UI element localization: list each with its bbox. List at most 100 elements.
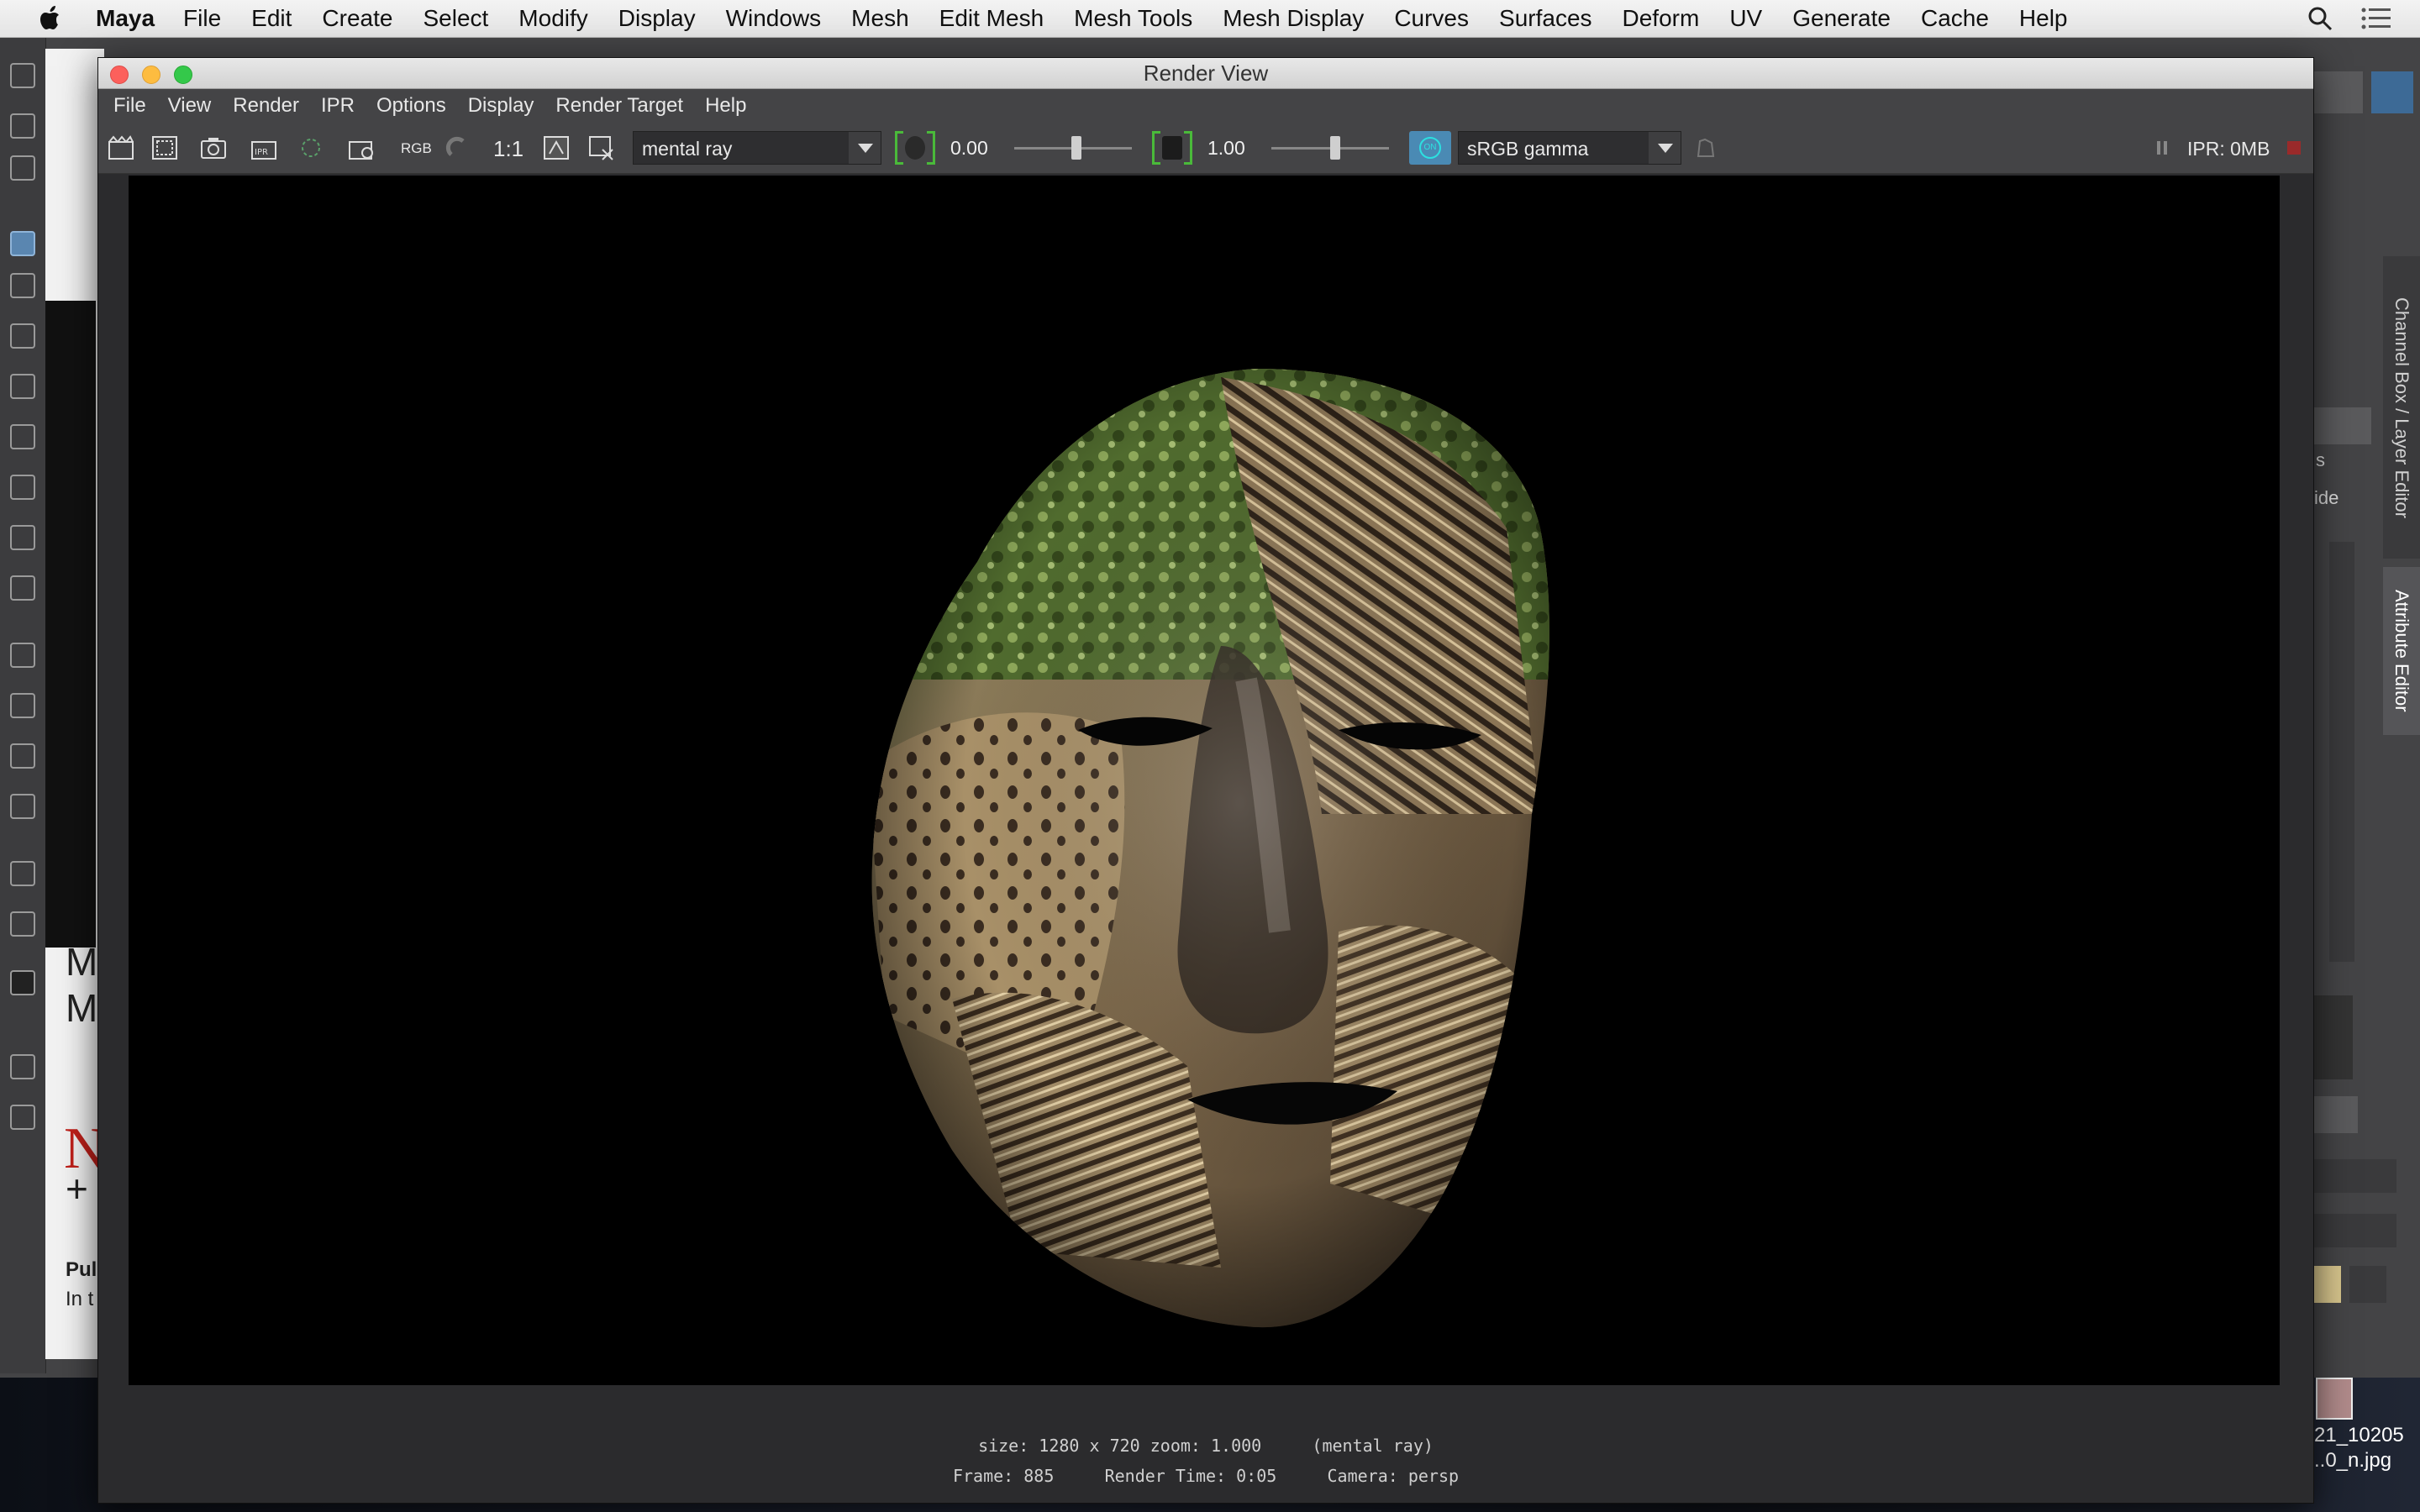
background-text-3: Pul (66, 1258, 97, 1281)
refresh-ipr-icon[interactable] (297, 134, 325, 161)
rv-menu-render-target[interactable]: Render Target (555, 94, 683, 118)
lasso-tool-icon[interactable] (10, 113, 35, 139)
rv-menu-options[interactable]: Options (376, 94, 446, 118)
alpha-channel-icon[interactable] (443, 134, 471, 161)
gradient-tool-icon[interactable] (10, 525, 35, 550)
panel-field-2[interactable] (2312, 1096, 2358, 1133)
tab-channel-box[interactable]: Channel Box / Layer Editor (2383, 256, 2420, 559)
menu-select[interactable]: Select (423, 5, 488, 32)
panel-scrollbar[interactable] (2329, 542, 2354, 962)
path-select-icon[interactable] (10, 743, 35, 769)
stop-ipr-icon[interactable] (2280, 134, 2301, 161)
exposure-field[interactable]: 0.00 (950, 131, 988, 165)
status-swatch (2312, 1266, 2341, 1303)
background-plus-icon: + (66, 1167, 88, 1210)
layers-icon[interactable] (2371, 71, 2413, 113)
rv-menu-ipr[interactable]: IPR (321, 94, 355, 118)
menu-mesh[interactable]: Mesh (851, 5, 908, 32)
spotlight-search-icon[interactable] (2307, 6, 2333, 31)
gamma-field[interactable]: 1.00 (1207, 131, 1245, 165)
snapshot-camera-icon[interactable] (199, 134, 228, 161)
background-browser-window: M M N + Pul In t (45, 49, 107, 1359)
real-size-button[interactable]: 1:1 (493, 136, 523, 162)
pen-tool-icon[interactable] (10, 643, 35, 668)
background-text-1: M (66, 940, 98, 984)
rv-menu-help[interactable]: Help (705, 94, 746, 118)
panel-label-s: s (2316, 449, 2325, 470)
redo-render-icon[interactable] (107, 134, 135, 161)
right-side-panel: Channel Box / Layer Editor Attribute Edi… (2312, 38, 2420, 1373)
color-management-icon: ON (1419, 137, 1441, 159)
menu-deform[interactable]: Deform (1623, 5, 1700, 32)
quick-mask-icon[interactable] (10, 1054, 35, 1079)
rgb-channel-button[interactable]: RGB (401, 140, 432, 157)
mac-menubar: Maya File Edit Create Select Modify Disp… (0, 0, 2420, 38)
menu-generate[interactable]: Generate (1792, 5, 1891, 32)
gamma-icon[interactable] (1152, 131, 1192, 165)
color-management-toggle[interactable]: ON (1409, 131, 1451, 165)
menu-cache[interactable]: Cache (1921, 5, 1989, 32)
shape-tool-icon[interactable] (10, 794, 35, 819)
rendered-face-mask (871, 369, 1549, 1328)
rv-menu-file[interactable]: File (113, 94, 146, 118)
menu-edit[interactable]: Edit (251, 5, 292, 32)
notification-center-icon[interactable] (2361, 6, 2391, 31)
renderer-dropdown[interactable]: mental ray (633, 131, 881, 165)
pause-ipr-icon[interactable] (2149, 134, 2167, 161)
face-texture (871, 369, 1549, 1328)
menu-windows[interactable]: Windows (726, 5, 822, 32)
keep-image-icon[interactable] (542, 134, 571, 161)
paint-select-icon[interactable] (10, 155, 35, 181)
exposure-slider-thumb[interactable] (1071, 136, 1081, 160)
menu-curves[interactable]: Curves (1394, 5, 1469, 32)
render-settings-icon[interactable] (347, 134, 376, 161)
menu-display[interactable]: Display (618, 5, 696, 32)
panel-field-1[interactable] (2312, 407, 2371, 444)
text-tool-icon[interactable] (10, 693, 35, 718)
view-transform-dropdown[interactable]: sRGB gamma (1458, 131, 1681, 165)
display-settings-icon[interactable] (1691, 134, 1720, 161)
rv-menu-display[interactable]: Display (468, 94, 534, 118)
rv-menu-render[interactable]: Render (233, 94, 299, 118)
app-name-menu[interactable]: Maya (96, 5, 155, 32)
tab-attribute-editor[interactable]: Attribute Editor (2383, 567, 2420, 735)
menu-file[interactable]: File (183, 5, 221, 32)
blur-tool-icon[interactable] (10, 575, 35, 601)
panel-empty-box (2312, 995, 2353, 1079)
panel-toolbar-icons[interactable] (2312, 71, 2363, 113)
brush-tool-icon[interactable] (10, 374, 35, 399)
eyedropper-icon[interactable] (10, 323, 35, 349)
menu-mesh-display[interactable]: Mesh Display (1223, 5, 1364, 32)
svg-text:IPR: IPR (255, 148, 268, 157)
remove-image-icon[interactable] (587, 134, 616, 161)
stamp-tool-icon[interactable] (10, 424, 35, 449)
background-dark-panel (45, 301, 96, 948)
script-editor-icon[interactable] (2349, 1266, 2386, 1303)
ipr-render-icon[interactable]: IPR (250, 134, 278, 161)
menu-uv[interactable]: UV (1729, 5, 1762, 32)
exposure-icon[interactable] (895, 131, 935, 165)
playback-controls[interactable] (2312, 1159, 2396, 1193)
menu-help[interactable]: Help (2019, 5, 2068, 32)
auto-key-controls[interactable] (2312, 1214, 2396, 1247)
render-view-titlebar[interactable]: Render View (98, 58, 2313, 89)
render-frame-status: Frame: 885 Render Time: 0:05 Camera: per… (952, 1466, 1460, 1486)
crop-tool-icon[interactable] (10, 273, 35, 298)
move-tool-icon[interactable] (10, 231, 35, 256)
menu-modify[interactable]: Modify (518, 5, 587, 32)
gamma-slider-thumb[interactable] (1330, 136, 1340, 160)
screen-mode-icon[interactable] (10, 1105, 35, 1130)
render-region-icon[interactable] (150, 134, 179, 161)
hand-tool-icon[interactable] (10, 861, 35, 886)
menu-surfaces[interactable]: Surfaces (1499, 5, 1592, 32)
zoom-tool-icon[interactable] (10, 911, 35, 937)
menu-create[interactable]: Create (322, 5, 392, 32)
menu-mesh-tools[interactable]: Mesh Tools (1074, 5, 1192, 32)
select-tool-icon[interactable] (10, 63, 35, 88)
foreground-color-swatch[interactable] (10, 970, 35, 995)
rv-menu-view[interactable]: View (168, 94, 212, 118)
desktop-file-icon[interactable]: 21_10205 ..0_n.jpg (2312, 1378, 2420, 1478)
apple-icon[interactable] (34, 2, 67, 35)
menu-edit-mesh[interactable]: Edit Mesh (939, 5, 1044, 32)
eraser-tool-icon[interactable] (10, 475, 35, 500)
